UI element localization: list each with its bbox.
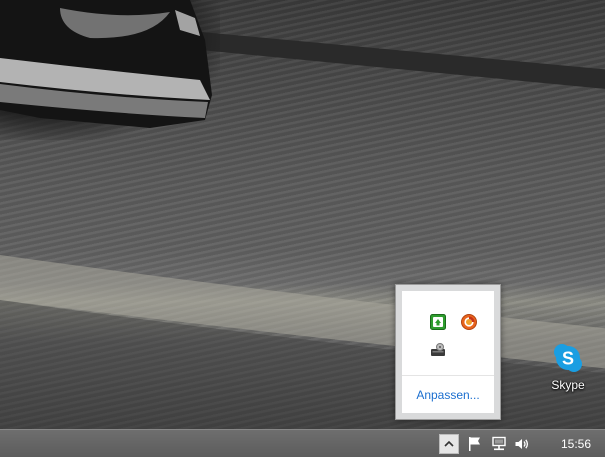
desktop-icon-skype[interactable]: S Skype: [540, 340, 596, 400]
chevron-up-icon: [444, 440, 454, 447]
green-sync-app-icon[interactable]: [429, 313, 447, 331]
action-center-flag-icon[interactable]: [466, 435, 484, 453]
car-bumper-image: [0, 0, 212, 128]
customize-link[interactable]: Anpassen...: [402, 388, 494, 402]
tray-separator: [402, 375, 494, 376]
svg-text:S: S: [562, 349, 574, 369]
show-hidden-icons-button[interactable]: [439, 434, 459, 454]
tray-overflow-panel: Anpassen...: [402, 291, 494, 413]
desktop-icon-label: Skype: [551, 378, 585, 392]
skype-icon: S: [554, 344, 582, 372]
drive-app-icon[interactable]: [429, 341, 447, 359]
tray-overflow-popup: Anpassen...: [395, 284, 501, 420]
volume-icon[interactable]: [513, 435, 531, 453]
taskbar: 15:56: [0, 429, 605, 457]
taskbar-clock[interactable]: 15:56: [556, 437, 596, 451]
network-icon[interactable]: [490, 435, 508, 453]
desktop-background: Anpassen... S Skype 15:56: [0, 0, 605, 457]
orange-circle-app-icon[interactable]: [460, 313, 478, 331]
